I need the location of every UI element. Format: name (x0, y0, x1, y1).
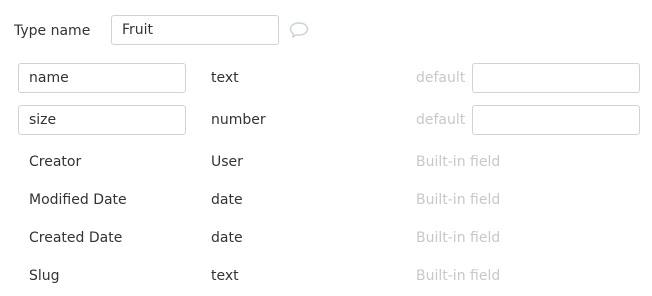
builtin-field-note: Built-in field (416, 230, 501, 246)
builtin-field-type: text (211, 268, 239, 284)
field-type: text (211, 70, 239, 86)
default-label: default (416, 70, 466, 86)
builtin-field-type: date (211, 192, 243, 208)
default-label: default (416, 112, 466, 128)
builtin-field-name: Modified Date (29, 192, 127, 208)
default-value-input[interactable] (472, 105, 640, 135)
builtin-field-type: User (211, 154, 243, 170)
builtin-field-name: Creator (29, 154, 82, 170)
builtin-field-type: date (211, 230, 243, 246)
field-type: number (211, 112, 266, 128)
builtin-field-name: Slug (29, 268, 60, 284)
default-value-input[interactable] (472, 63, 640, 93)
type-name-input[interactable] (111, 15, 279, 45)
builtin-field-name: Created Date (29, 230, 123, 246)
field-name-input[interactable] (18, 105, 186, 135)
builtin-field-note: Built-in field (416, 268, 501, 284)
builtin-field-note: Built-in field (416, 154, 501, 170)
field-name-input[interactable] (18, 63, 186, 93)
speech-bubble-icon[interactable] (289, 21, 309, 39)
builtin-field-note: Built-in field (416, 192, 501, 208)
type-name-label: Type name (14, 23, 91, 39)
